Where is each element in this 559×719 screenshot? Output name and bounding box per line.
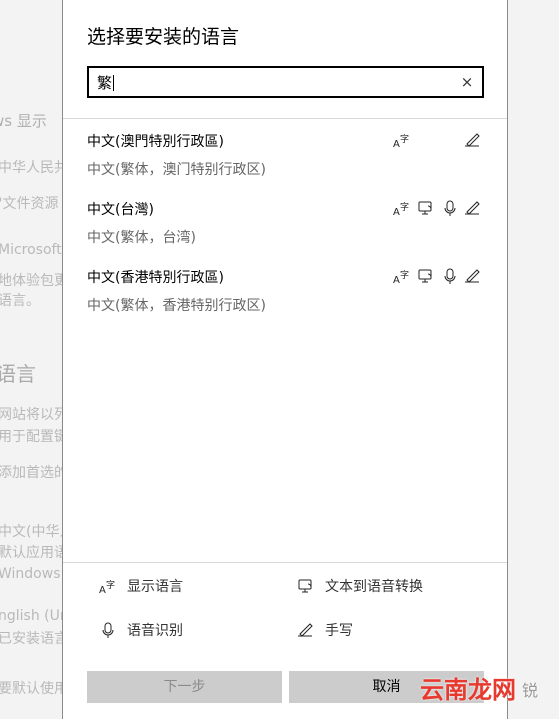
legend-display-language: 显示语言 [127,579,183,595]
bg-text: 地体验包更 [0,273,62,289]
legend-row: 语音识别 手写 [63,620,507,640]
language-item-hongkong[interactable]: 中文(香港特別行政區) 中文(繁体，香港特别行政区) A字 [63,267,507,329]
language-name: 中文(台灣) [87,202,154,218]
clear-search-icon[interactable]: × [458,73,476,91]
svg-text:A: A [99,585,106,595]
language-item-taiwan[interactable]: 中文(台灣) 中文(繁体，台湾) A字 [63,199,507,261]
svg-text:字: 字 [400,133,409,145]
bg-text: Windows 显 [0,566,62,582]
language-item-macau[interactable]: 中文(澳門特別行政區) 中文(繁体，澳门特别行政区) A字 [63,131,507,193]
dialog-title: 选择要安装的语言 [87,26,240,48]
text-caret [113,75,115,91]
bg-heading: 语言 [0,362,36,386]
divider [63,118,507,119]
display-language-icon: A字 [99,577,117,595]
bg-text: 已安装语言 [0,631,62,647]
svg-text:A: A [393,139,400,149]
text-to-speech-icon [297,577,315,595]
svg-text:A: A [393,275,400,285]
display-language-icon: A字 [393,267,411,285]
search-box[interactable]: 繁 × [87,66,484,98]
legend-speech-recognition: 语音识别 [127,623,183,639]
watermark-logo: 云南龙网锐 [420,672,559,708]
bg-text: 语言。 [0,293,40,309]
language-subtitle: 中文(繁体，台湾) [87,230,196,246]
handwriting-icon [464,267,482,285]
bg-text: "文件资源 [0,196,59,212]
legend-handwriting: 手写 [325,623,353,639]
watermark-text: 云南龙网 [420,676,516,704]
language-subtitle: 中文(繁体，香港特别行政区) [87,298,266,314]
background-settings-page: ws 显示 中华人民共 "文件资源 Microsoft 地体验包更 语言。 语言… [0,0,62,719]
handwriting-icon [464,131,482,149]
bg-text: ws 显示 [0,112,47,130]
bg-text: 中文(中华人 [0,524,62,540]
speech-recognition-icon [441,199,459,217]
choose-language-dialog: 选择要安装的语言 繁 × 中文(澳門特別行政區) 中文(繁体，澳门特别行政区) … [62,0,508,719]
search-input-value: 繁 [97,74,113,92]
bg-text: 用于配置键 [0,429,62,445]
bg-text: Microsoft [0,242,62,258]
bg-text: nglish (Un [0,608,62,624]
handwriting-icon [464,199,482,217]
bg-text: 默认应用语 [0,545,62,561]
speech-recognition-icon [441,267,459,285]
speech-recognition-icon [99,621,117,639]
handwriting-icon [297,621,315,639]
svg-text:A: A [393,207,400,217]
divider [63,562,507,563]
svg-text:字: 字 [400,269,409,281]
bg-text: 要默认使用 [0,681,62,697]
text-to-speech-icon [417,199,435,217]
legend-row: A字 显示语言 文本到语音转换 [63,576,507,596]
display-language-icon: A字 [393,199,411,217]
svg-text:字: 字 [106,579,115,591]
text-to-speech-icon [417,267,435,285]
search-input[interactable]: 繁 [97,73,427,93]
language-name: 中文(香港特別行政區) [87,270,224,286]
watermark-tail: 锐 [522,681,539,700]
svg-text:字: 字 [400,201,409,213]
legend-text-to-speech: 文本到语音转换 [325,579,423,595]
display-language-icon: A字 [393,131,411,149]
bg-text: 中华人民共 [0,160,62,176]
language-name: 中文(澳門特別行政區) [87,134,224,150]
bg-text: 添加首选的 [0,465,62,481]
bg-text: 网站将以列 [0,407,62,423]
language-subtitle: 中文(繁体，澳门特别行政区) [87,162,266,178]
next-button[interactable]: 下一步 [87,671,282,703]
